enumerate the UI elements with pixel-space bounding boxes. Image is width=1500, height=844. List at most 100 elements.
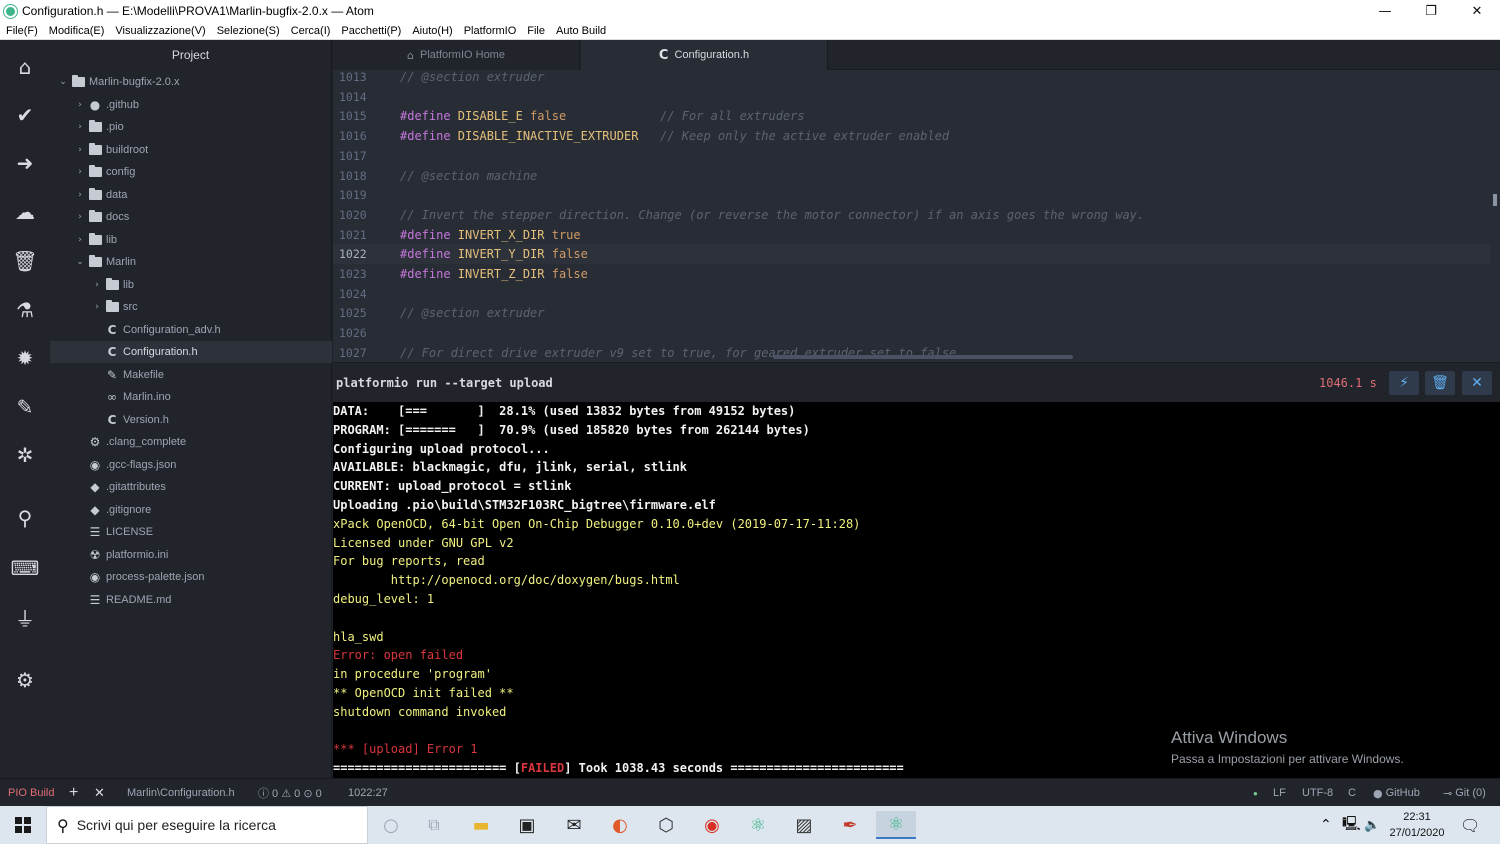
diagnostics-counter[interactable]: ⓘ 0 ⚠ 0 ⊙ 0 (258, 779, 322, 807)
system-clock[interactable]: 22:31 27/01/2020 (1386, 809, 1448, 841)
chevron-right-icon[interactable]: › (91, 280, 103, 290)
pio-build-label[interactable]: PIO Build (8, 779, 54, 807)
tree-folder[interactable]: › lib (50, 229, 332, 251)
start-button[interactable] (0, 806, 46, 844)
tree-file[interactable]: ∞ Marlin.ino (50, 386, 332, 408)
cloud-upload-icon[interactable]: ☁ (10, 197, 40, 227)
code-line[interactable]: 1023 #define INVERT_Z_DIR false (333, 264, 1490, 284)
code-line[interactable]: 1017 (333, 146, 1490, 166)
code-line[interactable]: 1015 #define DISABLE_E false // For all e… (333, 106, 1490, 126)
github-button[interactable]: ● GitHub (1373, 779, 1420, 807)
tree-folder[interactable]: › src (50, 296, 332, 318)
terminal-output[interactable]: DATA: [=== ] 28.1% (used 13832 bytes fro… (333, 402, 1500, 778)
menu-packages[interactable]: Pacchetti(P) (341, 25, 401, 37)
tree-file[interactable]: C Configuration.h (50, 341, 332, 363)
code-line[interactable]: 1016 #define DISABLE_INACTIVE_EXTRUDER //… (333, 126, 1490, 146)
current-file-path[interactable]: Marlin\Configuration.h (127, 779, 235, 807)
file-encoding[interactable]: UTF-8 (1302, 779, 1333, 807)
code-line[interactable]: 1024 (333, 284, 1490, 304)
code-line[interactable]: 1018 // @section machine (333, 166, 1490, 186)
run-again-button[interactable]: ⚡ (1389, 371, 1419, 395)
tree-file[interactable]: ☢ platformio.ini (50, 544, 332, 566)
chevron-right-icon[interactable]: › (74, 122, 86, 132)
tree-folder[interactable]: › data (50, 184, 332, 206)
chevron-right-icon[interactable]: › (74, 100, 86, 110)
home-icon[interactable]: ⌂ (10, 52, 40, 82)
plug-icon[interactable]: ⏚ (10, 602, 40, 632)
menu-find[interactable]: Cerca(I) (291, 25, 331, 37)
cursor-position[interactable]: 1022:27 (348, 779, 388, 807)
line-ending[interactable]: LF (1273, 779, 1286, 807)
git-button[interactable]: ⊸ Git (0) (1443, 779, 1486, 807)
menu-help[interactable]: Aiuto(H) (412, 25, 452, 37)
tree-file[interactable]: ☰ LICENSE (50, 521, 332, 543)
tab-configuration-h[interactable]: C Configuration.h (581, 40, 828, 70)
add-terminal-button[interactable]: + (69, 779, 78, 807)
horizontal-scrollbar[interactable] (773, 355, 1073, 359)
tree-file[interactable]: › ● .github (50, 94, 332, 116)
chevron-right-icon[interactable]: › (74, 235, 86, 245)
search-icon[interactable]: ⚲ (10, 503, 40, 533)
code-line[interactable]: 1013 // @section extruder (333, 70, 1490, 87)
upload-arrow-icon[interactable]: ➜ (10, 148, 40, 178)
pen-app-icon[interactable]: ✒ (830, 811, 870, 839)
taskbar-search-box[interactable]: ⚲ Scrivi qui per eseguire la ricerca (46, 806, 368, 844)
chevron-right-icon[interactable]: › (74, 212, 86, 222)
chevron-right-icon[interactable]: › (91, 302, 103, 312)
image-app-icon[interactable]: ▨ (784, 811, 824, 839)
maximize-button[interactable]: ❐ (1408, 0, 1454, 22)
tree-file[interactable]: ◉ .gcc-flags.json (50, 454, 332, 476)
tray-chevron-icon[interactable]: ⌃ (1320, 806, 1332, 844)
slicer-app-icon[interactable]: ◐ (600, 811, 640, 839)
build-check-icon[interactable]: ✔ (10, 100, 40, 130)
trash-icon[interactable]: 🗑 (10, 246, 40, 276)
code-line[interactable]: 1019 (333, 185, 1490, 205)
tree-file[interactable]: ☰ README.md (50, 589, 332, 611)
code-line[interactable]: 1025 // @section extruder (333, 303, 1490, 323)
minimize-button[interactable]: — (1362, 0, 1408, 22)
chevron-down-icon[interactable]: ⌄ (57, 77, 69, 87)
tree-folder[interactable]: › .pio (50, 116, 332, 138)
tree-folder[interactable]: ⌄ Marlin-bugfix-2.0.x (50, 71, 332, 93)
cortana-icon[interactable]: ○ (371, 811, 411, 839)
tree-file[interactable]: ◆ .gitignore (50, 499, 332, 521)
device-icon[interactable]: ✲ (10, 440, 40, 470)
cube-app-icon[interactable]: ⬡ (646, 811, 686, 839)
gear-icon[interactable]: ⚙ (10, 665, 40, 695)
cursor-line[interactable]: 1022 #define INVERT_Y_DIR false (333, 244, 1490, 265)
code-line[interactable]: 1027 // For direct drive extruder v9 set … (333, 343, 1490, 362)
close-terminal-status-button[interactable]: ✕ (94, 779, 105, 807)
tree-folder[interactable]: › lib (50, 274, 332, 296)
menu-file[interactable]: File(F) (6, 25, 38, 37)
atom-icon[interactable]: ⚛ (738, 811, 778, 839)
tree-file[interactable]: ⚙ .clang_complete (50, 431, 332, 453)
code-line[interactable]: 1026 (333, 323, 1490, 343)
terminal-icon[interactable]: ⌨ (10, 553, 40, 583)
tree-folder[interactable]: › docs (50, 206, 332, 228)
tree-file[interactable]: C Version.h (50, 409, 332, 431)
tree-folder[interactable]: › config (50, 161, 332, 183)
close-window-button[interactable]: ✕ (1454, 0, 1500, 22)
checklist-icon[interactable]: ✎ (10, 392, 40, 422)
volume-icon[interactable]: 🔈 (1364, 806, 1380, 844)
code-line[interactable]: 1020 // Invert the stepper direction. Cha… (333, 205, 1490, 225)
chevron-right-icon[interactable]: › (74, 190, 86, 200)
menu-file-2[interactable]: File (527, 25, 545, 37)
menu-selection[interactable]: Selezione(S) (217, 25, 280, 37)
bug-icon[interactable]: ✹ (10, 343, 40, 373)
tree-folder[interactable]: › buildroot (50, 139, 332, 161)
mail-icon[interactable]: ✉ (554, 811, 594, 839)
code-line[interactable]: 1021 #define INVERT_X_DIR true (333, 225, 1490, 245)
chevron-right-icon[interactable]: › (74, 145, 86, 155)
tree-file[interactable]: C Configuration_adv.h (50, 319, 332, 341)
menu-view[interactable]: Visualizzazione(V) (115, 25, 205, 37)
menu-auto-build[interactable]: Auto Build (556, 25, 606, 37)
notification-icon[interactable]: 🗨 (1460, 806, 1480, 844)
tree-file[interactable]: ✎ Makefile (50, 364, 332, 386)
chevron-right-icon[interactable]: › (74, 167, 86, 177)
close-terminal-button[interactable]: ✕ (1462, 371, 1492, 395)
code-line[interactable]: 1014 (333, 87, 1490, 107)
clear-terminal-button[interactable]: 🗑 (1425, 371, 1455, 395)
task-view-icon[interactable]: ⧉ (414, 811, 454, 839)
tab-platformio-home[interactable]: ⌂ PlatformIO Home (333, 40, 580, 70)
